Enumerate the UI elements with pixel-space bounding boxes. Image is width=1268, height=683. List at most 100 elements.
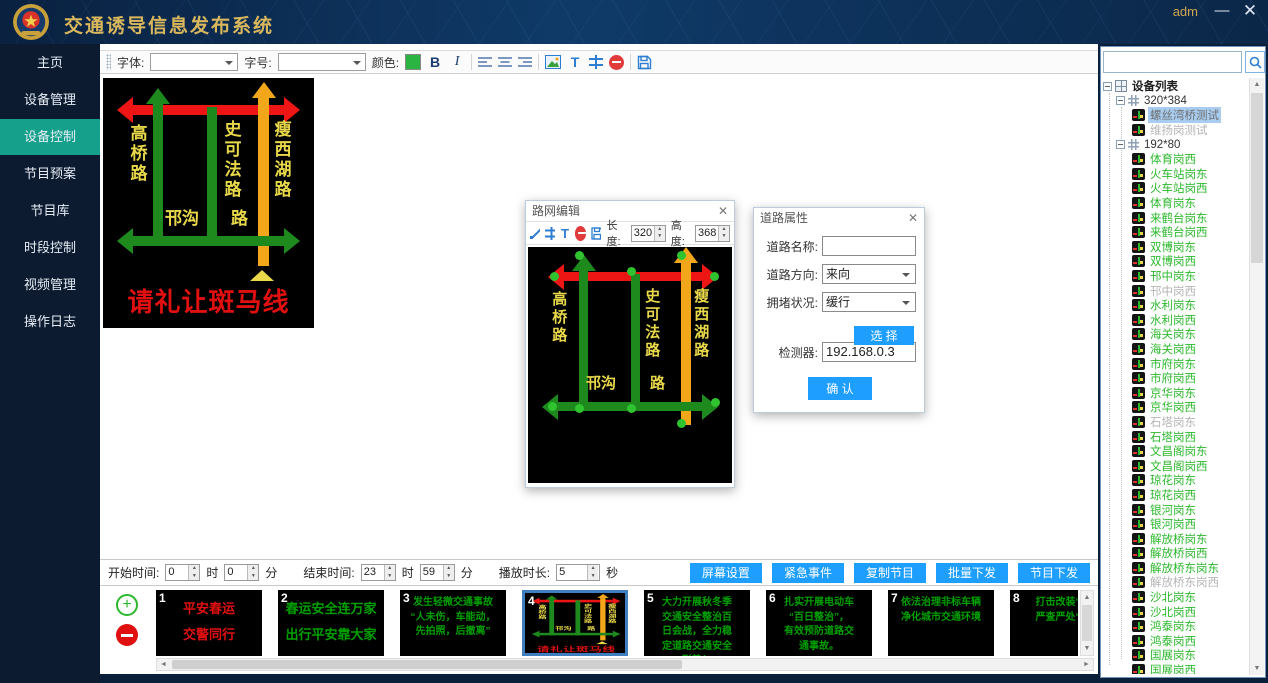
tree-item[interactable]: 文昌阁岗西	[1103, 458, 1248, 473]
roadnet-canvas[interactable]: 高桥路 史可法路 瘦西湖路 邗沟 路	[528, 247, 732, 483]
traffic-sign-preview[interactable]: 高桥路 史可法路 瘦西湖路 邗沟 路 请礼让斑马线	[103, 78, 314, 328]
text-tool-icon[interactable]: T	[560, 226, 570, 241]
tree-item[interactable]: 银河岗西	[1103, 517, 1248, 532]
sidebar-item[interactable]: 视频管理	[0, 267, 100, 303]
node-handle[interactable]	[550, 272, 559, 281]
tree-item[interactable]: 国展岗西	[1103, 663, 1248, 674]
scroll-up-icon[interactable]: ▲	[1081, 591, 1093, 604]
user-name[interactable]: adm	[1173, 4, 1198, 19]
tree-item[interactable]: 沙北岗西	[1103, 604, 1248, 619]
scrollbar-thumb[interactable]	[172, 660, 682, 669]
delete-icon[interactable]	[609, 55, 624, 70]
road-network-icon[interactable]	[545, 227, 555, 240]
text-tool-icon[interactable]: T	[567, 54, 583, 70]
close-icon[interactable]: ✕	[908, 208, 918, 228]
tree-item[interactable]: 鸿泰岗西	[1103, 634, 1248, 649]
delete-icon[interactable]	[575, 226, 587, 241]
tree-item[interactable]: 设备列表	[1103, 79, 1248, 94]
end-minute-stepper[interactable]: 59▲▼	[420, 564, 455, 581]
node-handle[interactable]	[711, 398, 720, 407]
road-network-icon[interactable]	[589, 55, 603, 69]
node-handle[interactable]	[575, 404, 584, 413]
tree-item[interactable]: 水利岗西	[1103, 313, 1248, 328]
expand-toggle-icon[interactable]	[1116, 140, 1125, 149]
tree-item[interactable]: 解放桥东岗西	[1103, 575, 1248, 590]
height-stepper[interactable]: 368▲▼	[695, 225, 730, 242]
tree-item[interactable]: 来鹤台岗东	[1103, 210, 1248, 225]
tree-item[interactable]: 螺丝湾桥测试	[1103, 108, 1248, 123]
tree-item[interactable]: 水利岗东	[1103, 298, 1248, 313]
scroll-down-icon[interactable]: ▼	[1250, 662, 1264, 675]
bold-button[interactable]: B	[427, 54, 443, 70]
action-button[interactable]: 紧急事件	[772, 563, 844, 583]
tree-item[interactable]: 沙北岗东	[1103, 590, 1248, 605]
action-button[interactable]: 节目下发	[1018, 563, 1090, 583]
action-button[interactable]: 屏幕设置	[690, 563, 762, 583]
end-hour-stepper[interactable]: 23▲▼	[361, 564, 396, 581]
tree-item[interactable]: 320*384	[1103, 94, 1248, 109]
thumbnail-scrollbar-horizontal[interactable]: ◄ ►	[156, 658, 1094, 671]
thumbnail-scrollbar-vertical[interactable]: ▲ ▼	[1080, 590, 1094, 656]
start-minute-stepper[interactable]: 0▲▼	[224, 564, 259, 581]
road-name-field[interactable]	[822, 236, 916, 256]
font-size-select[interactable]	[278, 53, 366, 71]
align-right-icon[interactable]	[518, 56, 532, 68]
tree-item[interactable]: 双博岗西	[1103, 254, 1248, 269]
expand-toggle-icon[interactable]	[1116, 96, 1125, 105]
close-icon[interactable]: ✕	[718, 201, 728, 221]
tree-item[interactable]: 火车站岗西	[1103, 181, 1248, 196]
thumbnail[interactable]: 3发生轻微交通事故“人未伤，车能动，先拍照，后撤离”	[400, 590, 506, 656]
tree-item[interactable]: 体育岗东	[1103, 196, 1248, 211]
tree-item[interactable]: 体育岗西	[1103, 152, 1248, 167]
scrollbar-thumb[interactable]	[1251, 93, 1263, 263]
node-handle[interactable]	[677, 419, 686, 428]
color-swatch[interactable]	[405, 54, 421, 70]
tree-item[interactable]: 来鹤台岗西	[1103, 225, 1248, 240]
tree-item[interactable]: 192*80	[1103, 137, 1248, 152]
expand-toggle-icon[interactable]	[1103, 82, 1112, 91]
tree-item[interactable]: 京华岗东	[1103, 385, 1248, 400]
node-handle[interactable]	[627, 267, 636, 276]
sidebar-item[interactable]: 节目预案	[0, 156, 100, 192]
font-select[interactable]	[150, 53, 238, 71]
duration-stepper[interactable]: 5▲▼	[556, 564, 600, 581]
action-button[interactable]: 批量下发	[936, 563, 1008, 583]
thumbnail[interactable]: 4 高桥路 史可法路 瘦西湖路 邗沟 路 请礼让斑马线	[522, 590, 628, 656]
close-button[interactable]: ✕	[1238, 1, 1262, 21]
thumbnail[interactable]: 1平安春运交警同行	[156, 590, 262, 656]
sidebar-item[interactable]: 时段控制	[0, 230, 100, 266]
tree-item[interactable]: 京华岗西	[1103, 400, 1248, 415]
thumbnail[interactable]: 7依法治理非标车辆净化城市交通环境	[888, 590, 994, 656]
sidebar-item[interactable]: 操作日志	[0, 304, 100, 340]
confirm-button[interactable]: 确 认	[808, 377, 872, 400]
toolbar-drag-handle[interactable]	[106, 54, 111, 70]
tree-item[interactable]: 邗中岗东	[1103, 269, 1248, 284]
tree-item[interactable]: 解放桥岗西	[1103, 546, 1248, 561]
tree-item[interactable]: 国展岗东	[1103, 648, 1248, 663]
tree-item[interactable]: 市府岗东	[1103, 356, 1248, 371]
tree-item[interactable]: 火车站岗东	[1103, 167, 1248, 182]
thumbnail[interactable]: 2春运安全连万家出行平安靠大家	[278, 590, 384, 656]
tree-item[interactable]: 双博岗东	[1103, 240, 1248, 255]
thumbnail[interactable]: 6扎实开展电动车“百日整治”，有效预防道路交通事故。	[766, 590, 872, 656]
detector-field[interactable]: 192.168.0.3	[822, 342, 916, 362]
italic-button[interactable]: I	[449, 54, 465, 70]
thumbnail[interactable]: 5大力开展秋冬季交通安全整治百日会战，全力稳定道路交通安全形势！	[644, 590, 750, 656]
node-handle[interactable]	[710, 272, 719, 281]
scroll-down-icon[interactable]: ▼	[1081, 642, 1093, 655]
action-button[interactable]: 复制节目	[854, 563, 926, 583]
road-direction-select[interactable]: 来向	[822, 264, 916, 284]
remove-program-button[interactable]	[116, 624, 138, 646]
tree-item[interactable]: 海关岗东	[1103, 327, 1248, 342]
tree-item[interactable]: 石塔岗西	[1103, 429, 1248, 444]
sidebar-item[interactable]: 节目库	[0, 193, 100, 229]
save-icon[interactable]	[637, 55, 652, 70]
tree-item[interactable]: 维扬岗测试	[1103, 123, 1248, 138]
align-center-icon[interactable]	[498, 56, 512, 68]
length-stepper[interactable]: 320▲▼	[631, 225, 666, 242]
tree-item[interactable]: 琼花岗东	[1103, 473, 1248, 488]
draw-line-icon[interactable]	[530, 227, 540, 240]
node-handle[interactable]	[677, 251, 686, 260]
scroll-left-icon[interactable]: ◄	[157, 659, 170, 670]
tree-item[interactable]: 石塔岗东	[1103, 415, 1248, 430]
